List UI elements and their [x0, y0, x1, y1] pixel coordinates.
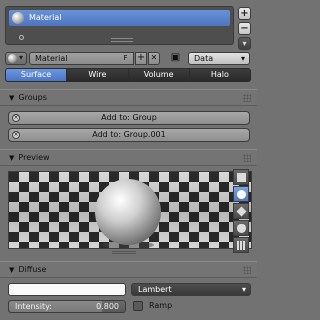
chevron-down-icon: ▾: [19, 53, 24, 62]
link-icon[interactable]: ▣: [168, 52, 183, 65]
material-slot-list[interactable]: Material: [5, 6, 234, 45]
preview-monkey-button[interactable]: [233, 220, 249, 236]
preview-cube-button[interactable]: [233, 203, 249, 219]
remove-icon[interactable]: ×: [12, 114, 20, 122]
panel-drag-grip-icon[interactable]: [243, 266, 251, 274]
unlink-material-button[interactable]: ✕: [148, 52, 160, 65]
tab-volume[interactable]: Volume: [128, 68, 190, 82]
monkey-icon: [236, 223, 246, 233]
diffuse-intensity-slider[interactable]: Intensity: 0.800: [8, 300, 126, 313]
preview-hair-button[interactable]: [233, 237, 249, 253]
tab-halo[interactable]: Halo: [189, 68, 251, 82]
diffuse-shader-value: Lambert: [138, 285, 172, 294]
plane-icon: [236, 172, 246, 182]
preview-panel-header[interactable]: ▼ Preview: [0, 149, 257, 166]
material-name-field[interactable]: Material: [29, 52, 134, 65]
add-to-group-001-label: Add to: Group.001: [92, 130, 166, 139]
preview-panel-title: Preview: [18, 153, 50, 162]
panel-drag-grip-icon[interactable]: [243, 94, 251, 102]
collapse-triangle-icon: ▼: [9, 94, 15, 102]
intensity-label: Intensity:: [15, 302, 52, 311]
diffuse-color-swatch[interactable]: [8, 283, 126, 296]
list-resize-grip[interactable]: [111, 38, 133, 42]
ramp-label: Ramp: [149, 301, 173, 310]
diffuse-panel-title: Diffuse: [18, 265, 47, 274]
tab-wire[interactable]: Wire: [67, 68, 129, 82]
diffuse-panel-header[interactable]: ▼ Diffuse: [0, 261, 257, 278]
remove-slot-button[interactable]: −: [238, 22, 251, 35]
slot-specials-menu-button[interactable]: ▾: [238, 37, 251, 50]
collapse-triangle-icon: ▼: [9, 154, 15, 162]
chevron-down-icon: ▾: [240, 54, 245, 63]
material-slot-row[interactable]: Material: [9, 10, 230, 26]
ramp-checkbox[interactable]: [133, 301, 143, 311]
add-to-group-001-button[interactable]: × Add to: Group.001: [8, 128, 250, 142]
preview-flat-button[interactable]: [233, 169, 249, 185]
cube-icon: [236, 206, 246, 216]
link-target-value: Data: [194, 54, 214, 63]
intensity-value: 0.800: [96, 302, 119, 311]
remove-icon[interactable]: ×: [12, 131, 20, 139]
tab-surface[interactable]: Surface: [5, 68, 68, 82]
material-browse-button[interactable]: ▾: [5, 52, 27, 65]
add-slot-button[interactable]: +: [238, 7, 251, 20]
material-type-tabs: Surface Wire Volume Halo: [5, 68, 251, 82]
material-slot-name: Material: [29, 13, 62, 22]
groups-panel-header[interactable]: ▼ Groups: [0, 89, 257, 106]
panel-drag-grip-icon[interactable]: [243, 154, 251, 162]
preview-sphere-image: [9, 172, 251, 248]
fake-user-button[interactable]: F: [120, 53, 131, 64]
link-target-dropdown[interactable]: Data ▾: [188, 52, 250, 65]
add-to-group-button[interactable]: × Add to: Group: [8, 111, 250, 125]
add-to-group-label: Add to: Group: [101, 113, 157, 122]
list-filter-icon[interactable]: [19, 35, 24, 40]
hair-strands-icon: [240, 240, 242, 250]
preview-sphere-button[interactable]: [233, 186, 249, 202]
sphere-icon: [236, 189, 246, 199]
preview-resize-grip[interactable]: [112, 251, 136, 254]
material-sphere-icon: [8, 54, 17, 63]
diffuse-shader-dropdown[interactable]: Lambert ▾: [131, 283, 251, 296]
collapse-triangle-icon: ▼: [9, 266, 15, 274]
material-preview-render: [8, 171, 252, 249]
material-sphere-icon: [12, 12, 24, 24]
chevron-down-icon: ▾: [241, 285, 246, 294]
new-material-button[interactable]: +: [135, 52, 147, 65]
groups-panel-title: Groups: [18, 93, 47, 102]
